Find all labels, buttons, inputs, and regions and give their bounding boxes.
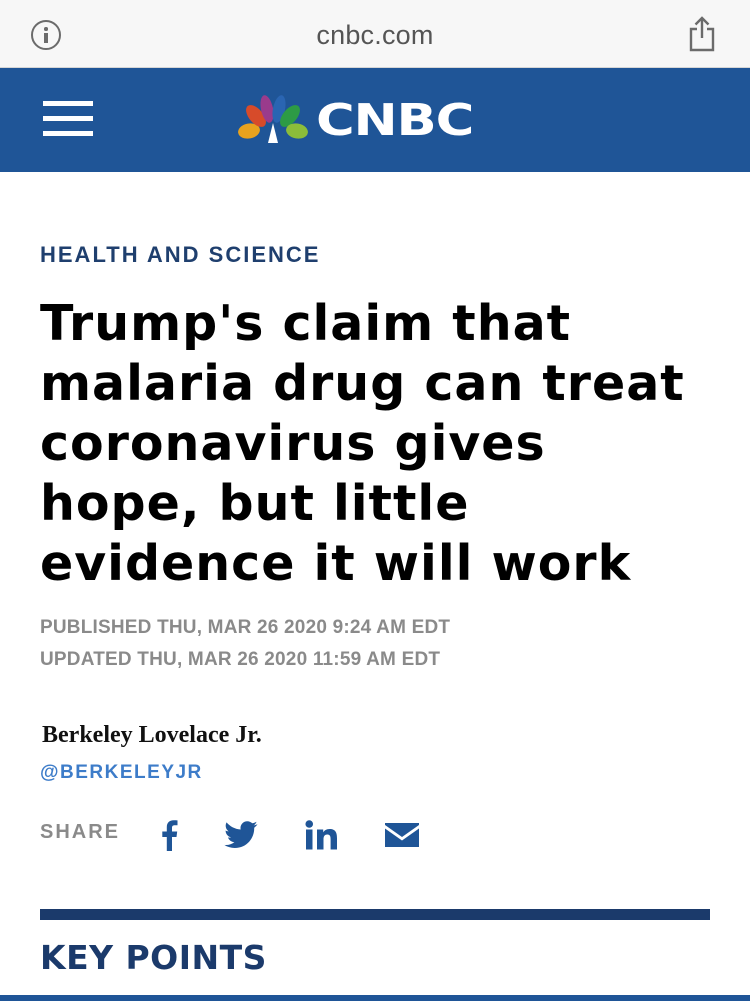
- twitter-icon[interactable]: [223, 815, 259, 855]
- facebook-icon[interactable]: [158, 815, 180, 855]
- headline-line: hope, but little: [40, 475, 470, 532]
- headline-line: malaria drug can treat: [40, 355, 685, 412]
- cnbc-logo[interactable]: CNBC: [236, 90, 474, 150]
- updated-timestamp: UPDATED THU, MAR 26 2020 11:59 AM EDT: [40, 649, 441, 670]
- section-label[interactable]: HEALTH AND SCIENCE: [40, 242, 320, 268]
- share-label: SHARE: [40, 821, 121, 843]
- share-bar: SHARE: [40, 815, 440, 855]
- peacock-icon: [238, 95, 308, 143]
- headline-line: coronavirus gives: [40, 415, 546, 472]
- author-name[interactable]: Berkeley Lovelace Jr.: [42, 722, 262, 749]
- key-points-divider: [40, 909, 710, 920]
- headline-line: evidence it will work: [40, 535, 632, 592]
- key-points-heading: KEY POINTS: [40, 938, 267, 977]
- bottom-accent-bar: [0, 995, 750, 1001]
- email-icon[interactable]: [383, 815, 421, 855]
- headline-line: Trump's claim that: [40, 295, 572, 352]
- url-text[interactable]: cnbc.com: [0, 20, 750, 51]
- menu-icon[interactable]: [43, 101, 93, 137]
- published-timestamp: PUBLISHED THU, MAR 26 2020 9:24 AM EDT: [40, 617, 451, 638]
- browser-share-icon[interactable]: [688, 16, 716, 52]
- site-header: CNBC: [0, 68, 750, 172]
- browser-address-bar: cnbc.com: [0, 0, 750, 68]
- linkedin-icon[interactable]: [304, 815, 340, 855]
- author-handle[interactable]: @BERKELEYJR: [40, 762, 203, 784]
- brand-wordmark: CNBC: [316, 94, 474, 146]
- article-headline: Trump's claim that malaria drug can trea…: [40, 294, 730, 594]
